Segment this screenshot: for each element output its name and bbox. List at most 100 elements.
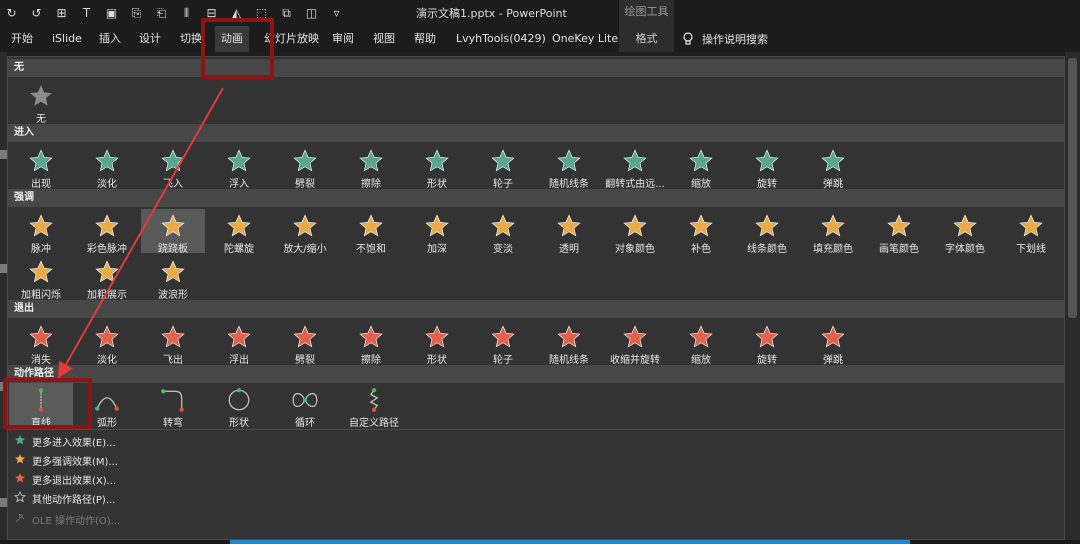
entrance-effect[interactable]: 翻转式由远... — [603, 144, 667, 190]
format-painter-icon[interactable]: ⊞ — [52, 0, 71, 26]
tab-insert[interactable]: 插入 — [99, 26, 121, 52]
effect-label: 飞出 — [163, 355, 183, 366]
tell-me-search[interactable]: 操作说明搜索 — [682, 26, 768, 52]
emphasis-effect[interactable]: 跷跷板 — [141, 209, 205, 255]
emphasis-effect[interactable]: 画笔颜色 — [867, 209, 931, 255]
emphasis-effect[interactable]: 加粗闪烁 — [9, 255, 73, 301]
exit-effect[interactable]: 擦除 — [339, 320, 403, 366]
emphasis-effect[interactable]: 彩色脉冲 — [75, 209, 139, 255]
emphasis-effect[interactable]: 变淡 — [471, 209, 535, 255]
tab-help[interactable]: 帮助 — [414, 26, 436, 52]
exit-effect[interactable]: 消失 — [9, 320, 73, 366]
tab-home[interactable]: 开始 — [11, 26, 33, 52]
exit-effect[interactable]: 收缩并旋转 — [603, 320, 667, 366]
more-exit-effects[interactable]: 更多退出效果(X)... — [8, 470, 116, 489]
entrance-effect[interactable]: 随机线条 — [537, 144, 601, 190]
tab-transitions[interactable]: 切换 — [180, 26, 202, 52]
paste-icon[interactable]: ⎗ — [152, 0, 171, 26]
emphasis-effect[interactable]: 加深 — [405, 209, 469, 255]
repeat-icon[interactable]: ↺ — [27, 0, 46, 26]
scrollbar-thumb[interactable] — [1068, 58, 1077, 318]
emphasis-effect[interactable]: 对象颜色 — [603, 209, 667, 255]
entrance-effect[interactable]: 劈裂 — [273, 144, 337, 190]
customize-qat-icon[interactable]: ▿ — [327, 0, 346, 26]
tab-view[interactable]: 视图 — [373, 26, 395, 52]
entrance-effect[interactable]: 轮子 — [471, 144, 535, 190]
effect-label: 形状 — [229, 418, 249, 429]
effect-label: 浮入 — [229, 179, 249, 190]
entrance-effect[interactable]: 弹跳 — [801, 144, 865, 190]
bring-forward-icon[interactable]: ◫ — [302, 0, 321, 26]
more-emphasis-effects[interactable]: 更多强调效果(M)... — [8, 451, 118, 470]
exit-effect[interactable]: 弹跳 — [801, 320, 865, 366]
emphasis-star-icon — [161, 260, 185, 283]
emphasis-effect[interactable]: 加粗展示 — [75, 255, 139, 301]
emphasis-effect[interactable]: 补色 — [669, 209, 733, 255]
exit-effect[interactable]: 劈裂 — [273, 320, 337, 366]
effect-label: 画笔颜色 — [879, 244, 919, 255]
star-gold-icon — [15, 454, 25, 464]
emphasis-star-icon — [161, 214, 185, 237]
motion-path-loop[interactable]: 循环 — [273, 383, 337, 429]
motion-path-custom[interactable]: 自定义路径 — [339, 383, 409, 429]
exit-effect[interactable]: 缩放 — [669, 320, 733, 366]
vertical-scrollbar[interactable] — [1065, 52, 1080, 544]
effect-label: 随机线条 — [549, 355, 589, 366]
tab-design[interactable]: 设计 — [139, 26, 161, 52]
menu-label: 更多强调效果(M)... — [32, 457, 118, 468]
emphasis-effect[interactable]: 波浪形 — [141, 255, 205, 301]
loop-path-icon — [292, 392, 318, 408]
emphasis-effect[interactable]: 线条颜色 — [735, 209, 799, 255]
exit-star-icon — [95, 325, 119, 348]
align-icon[interactable]: ⫴ — [177, 0, 196, 26]
exit-effect[interactable]: 随机线条 — [537, 320, 601, 366]
effect-label: 弹跳 — [823, 355, 843, 366]
exit-effect[interactable]: 飞出 — [141, 320, 205, 366]
motion-path-shape[interactable]: 形状 — [207, 383, 271, 429]
entrance-effect[interactable]: 飞入 — [141, 144, 205, 190]
emphasis-effect[interactable]: 脉冲 — [9, 209, 73, 255]
tab-islide[interactable]: iSlide — [52, 26, 82, 52]
motion-path-turn[interactable]: 转弯 — [141, 383, 205, 429]
emphasis-star-icon — [359, 214, 383, 237]
emphasis-star-icon — [95, 214, 119, 237]
effect-label: 不饱和 — [356, 244, 386, 255]
emphasis-effect[interactable]: 放大/缩小 — [273, 209, 337, 255]
tab-onekey-lite[interactable]: OneKey Lite — [552, 26, 618, 52]
entrance-effect[interactable]: 擦除 — [339, 144, 403, 190]
tab-review[interactable]: 审阅 — [332, 26, 354, 52]
redo-icon[interactable]: ↻ — [2, 0, 21, 26]
tab-format[interactable]: 格式 — [619, 26, 674, 52]
entrance-effect[interactable]: 缩放 — [669, 144, 733, 190]
exit-effect[interactable]: 形状 — [405, 320, 469, 366]
emphasis-effect[interactable]: 陀螺旋 — [207, 209, 271, 255]
search-label: 操作说明搜索 — [702, 33, 768, 46]
entrance-effect[interactable]: 淡化 — [75, 144, 139, 190]
text-format-icon[interactable]: T — [77, 0, 96, 26]
copy-icon[interactable]: ⎘ — [127, 0, 146, 26]
group-icon[interactable]: ⧉ — [277, 0, 296, 26]
emphasis-effect[interactable]: 透明 — [537, 209, 601, 255]
effect-label: 透明 — [559, 244, 579, 255]
slide-layout-icon[interactable]: ▣ — [102, 0, 121, 26]
effect-none[interactable]: 无 — [9, 79, 73, 125]
entrance-effect[interactable]: 浮入 — [207, 144, 271, 190]
emphasis-star-icon — [491, 214, 515, 237]
exit-effect[interactable]: 轮子 — [471, 320, 535, 366]
exit-star-icon — [491, 325, 515, 348]
emphasis-effect[interactable]: 不饱和 — [339, 209, 403, 255]
emphasis-star-icon — [95, 260, 119, 283]
entrance-effect[interactable]: 出现 — [9, 144, 73, 190]
exit-effect[interactable]: 旋转 — [735, 320, 799, 366]
more-motion-paths[interactable]: 其他动作路径(P)... — [8, 489, 115, 508]
exit-effect[interactable]: 浮出 — [207, 320, 271, 366]
entrance-effect[interactable]: 旋转 — [735, 144, 799, 190]
more-entrance-effects[interactable]: 更多进入效果(E)... — [8, 432, 116, 451]
tab-lvyhtools[interactable]: LvyhTools(0429) — [456, 26, 546, 52]
emphasis-effect[interactable]: 下划线 — [999, 209, 1063, 255]
exit-effect[interactable]: 淡化 — [75, 320, 139, 366]
entrance-effect[interactable]: 形状 — [405, 144, 469, 190]
emphasis-effect[interactable]: 字体颜色 — [933, 209, 997, 255]
emphasis-star-icon — [425, 214, 449, 237]
emphasis-effect[interactable]: 填充颜色 — [801, 209, 865, 255]
